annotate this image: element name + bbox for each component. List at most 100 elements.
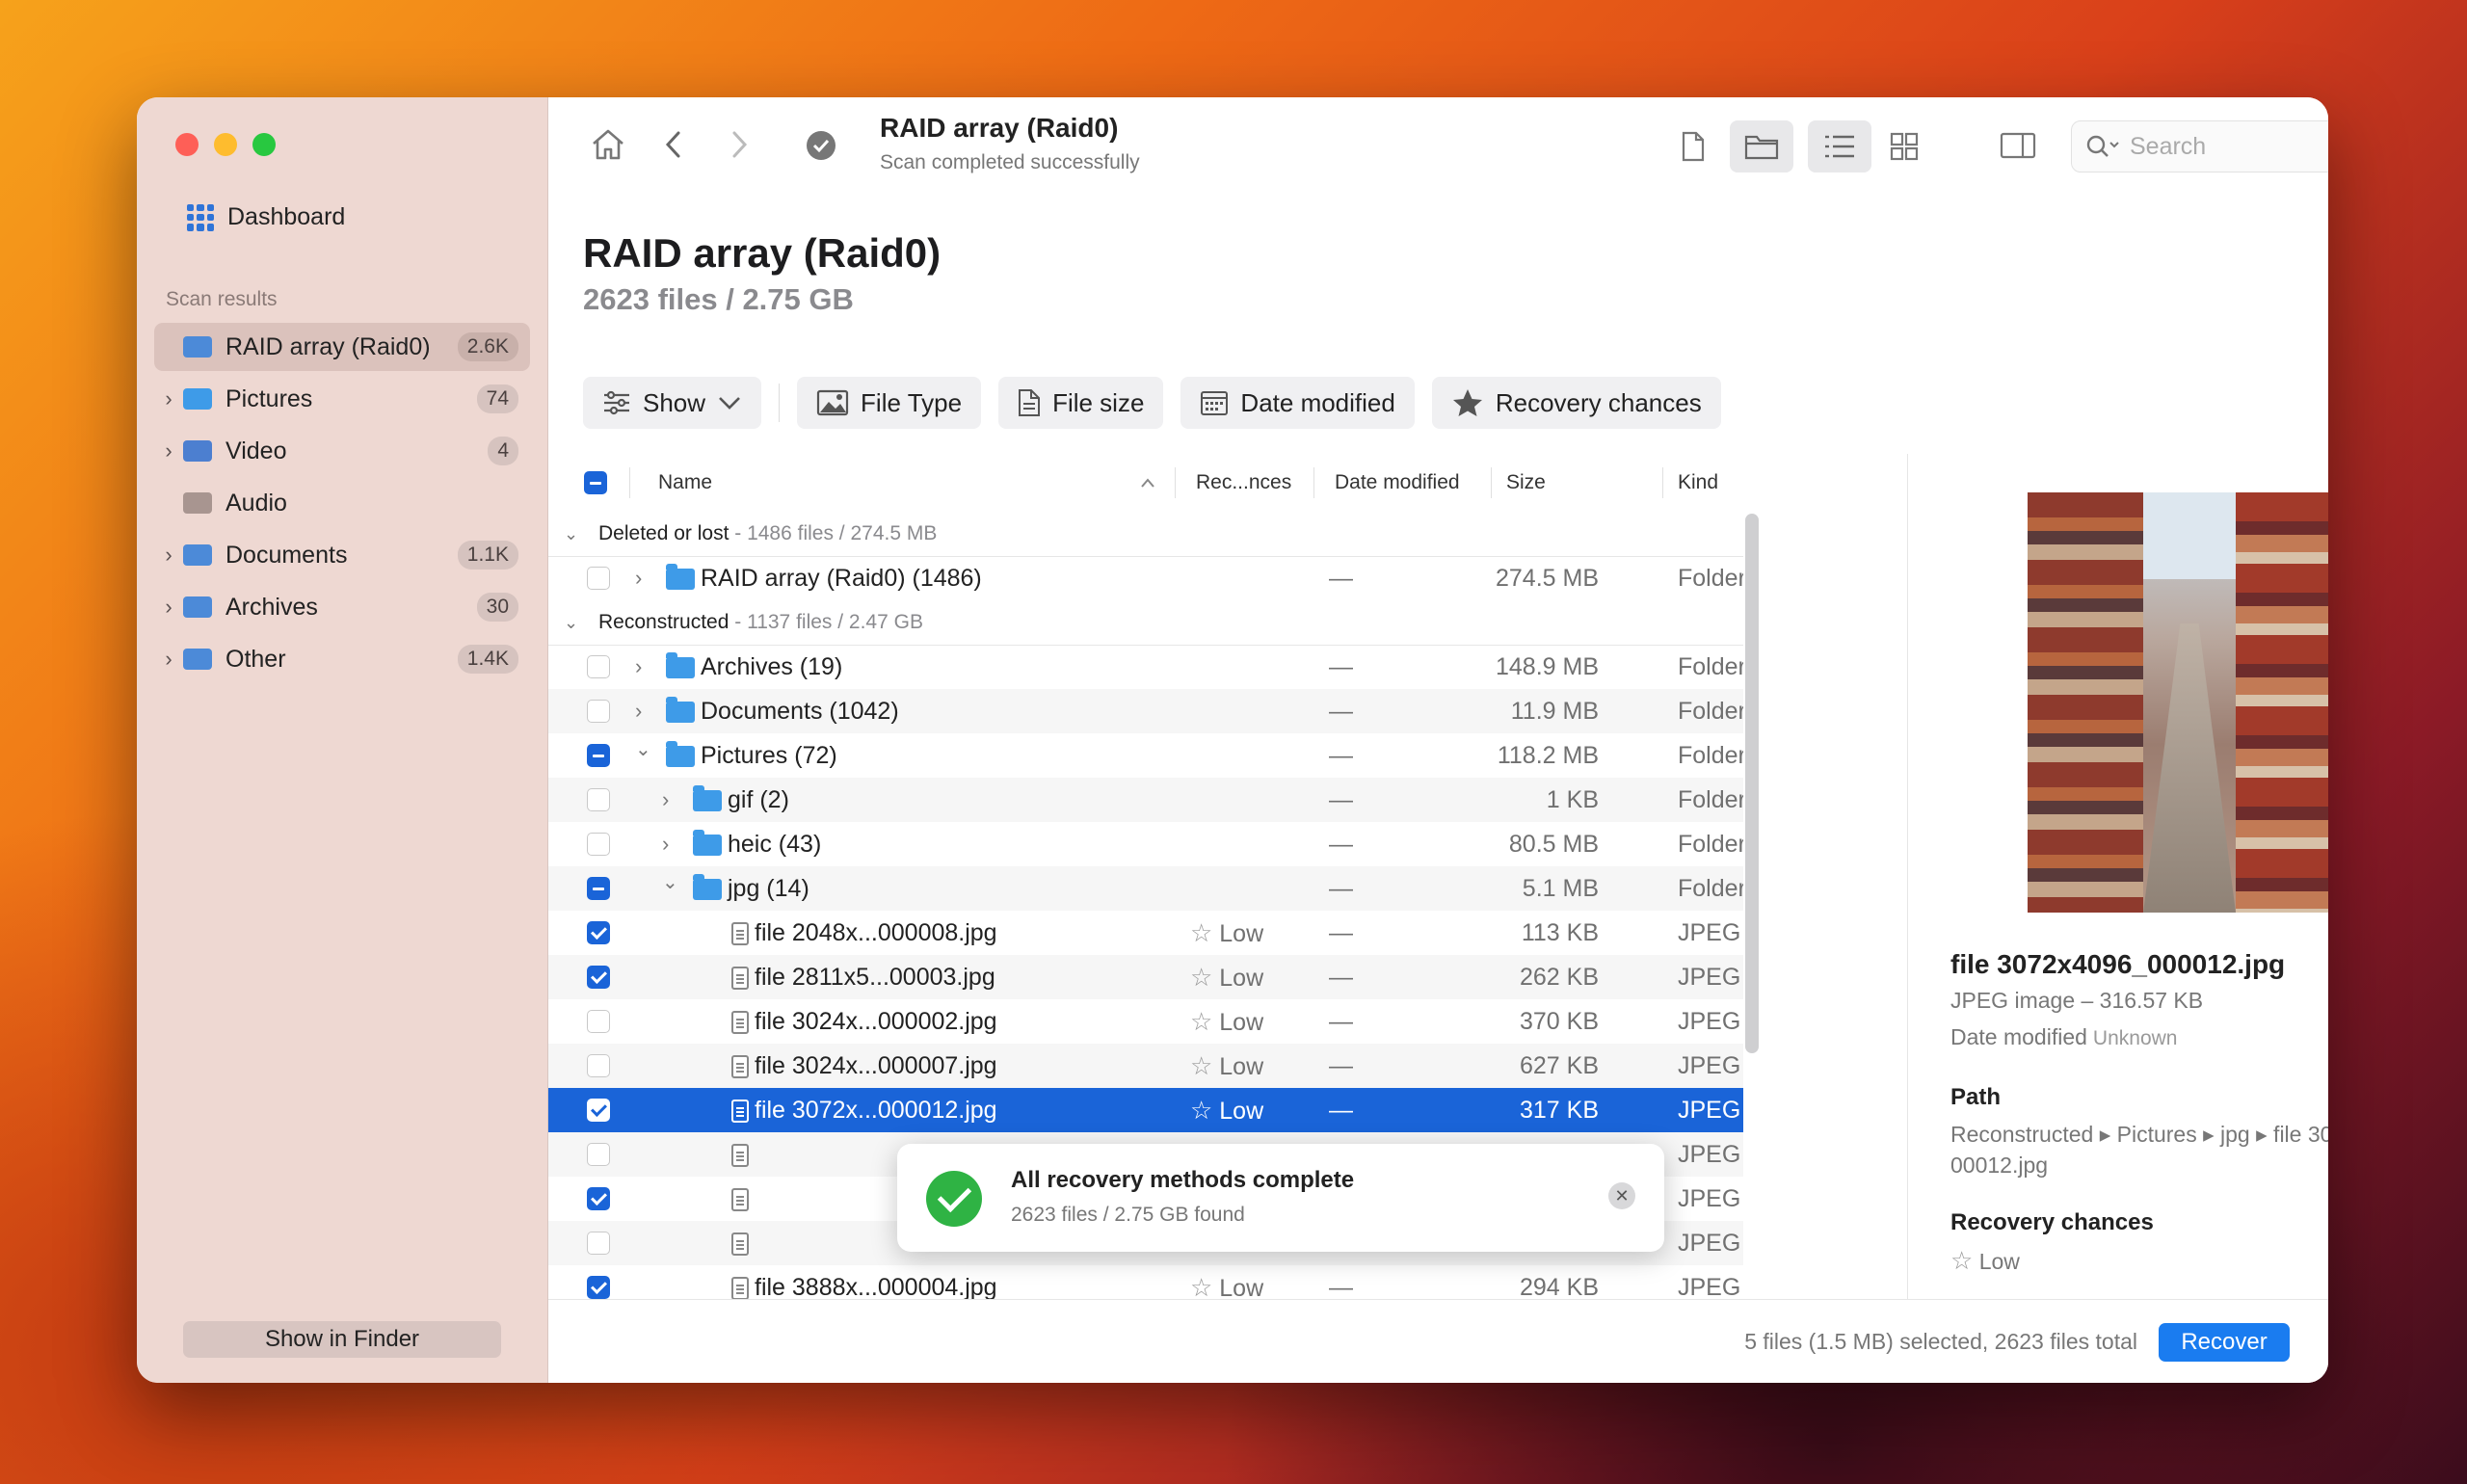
file-size-filter-button[interactable]: File size	[998, 377, 1164, 429]
file-view-button[interactable]	[1661, 120, 1725, 172]
sidebar-item-audio[interactable]: Audio	[154, 479, 530, 527]
row-kind: JPEG image	[1678, 1052, 1743, 1079]
show-filter-button[interactable]: Show	[583, 377, 762, 429]
folder-view-button[interactable]	[1730, 120, 1793, 172]
success-check-icon	[926, 1171, 982, 1227]
row-checkbox[interactable]	[587, 833, 610, 856]
forward-icon[interactable]	[729, 130, 749, 159]
zoom-window-button[interactable]	[252, 133, 276, 156]
column-header-recovery[interactable]: Rec...nces	[1196, 471, 1291, 494]
table-row[interactable]: file 2048x...000008.jpg ☆ Low — 113 KB JPEG …	[548, 911, 1743, 955]
row-name: file 2048x...000008.jpg	[755, 919, 997, 946]
column-header-size[interactable]: Size	[1506, 471, 1546, 494]
sidebar-item-video[interactable]: › Video 4	[154, 427, 530, 475]
row-checkbox[interactable]	[587, 1276, 610, 1299]
row-date: —	[1329, 1008, 1353, 1035]
search-input[interactable]	[2128, 131, 2328, 162]
row-checkbox[interactable]	[587, 921, 610, 944]
row-checkbox[interactable]	[587, 700, 610, 723]
table-row[interactable]: › heic (43) —80.5 MB Folder	[548, 822, 1743, 866]
close-icon[interactable]: ✕	[1608, 1182, 1635, 1209]
row-name: file 3024x...000007.jpg	[755, 1052, 997, 1079]
row-checkbox[interactable]	[587, 1010, 610, 1033]
back-icon[interactable]	[664, 130, 683, 159]
table-row[interactable]: file 2811x5...00003.jpg ☆ Low — 262 KB JPEG …	[548, 955, 1743, 999]
sidebar-item-raid-array-raid0[interactable]: RAID array (Raid0) 2.6K	[154, 323, 530, 371]
table-row[interactable]: › Documents (1042) —11.9 MB Folder	[548, 689, 1743, 733]
preview-pane-icon[interactable]	[2000, 132, 2036, 159]
sidebar-item-documents[interactable]: › Documents 1.1K	[154, 531, 530, 579]
date-modified-filter-button[interactable]: Date modified	[1180, 377, 1415, 429]
sidebar-item-other[interactable]: › Other 1.4K	[154, 635, 530, 683]
row-size: 262 KB	[1519, 964, 1599, 991]
chevron-right-icon[interactable]: ›	[635, 645, 642, 689]
chevron-right-icon[interactable]: ›	[635, 556, 642, 600]
chevron-right-icon[interactable]: ›	[154, 647, 183, 672]
row-checkbox[interactable]	[587, 1143, 610, 1166]
close-window-button[interactable]	[175, 133, 199, 156]
column-header-date[interactable]: Date modified	[1335, 471, 1460, 494]
row-checkbox[interactable]	[587, 1054, 610, 1077]
row-name: Pictures (72)	[701, 742, 837, 769]
page-title: RAID array (Raid0)	[583, 230, 942, 276]
row-checkbox[interactable]	[587, 655, 610, 678]
row-name: Documents (1042)	[701, 698, 899, 725]
table-row[interactable]: file 3888x...000004.jpg ☆ Low — 294 KB JPEG …	[548, 1265, 1743, 1300]
chevron-down-icon[interactable]: ⌄	[564, 512, 578, 556]
chevron-right-icon[interactable]: ›	[662, 778, 669, 822]
chevron-right-icon[interactable]: ›	[154, 595, 183, 620]
row-checkbox[interactable]	[587, 966, 610, 989]
table-row[interactable]: › Archives (19) — 148.9 MB Folder	[548, 645, 1743, 689]
star-outline-icon: ☆	[1950, 1246, 1974, 1275]
table-row[interactable]: › RAID array (Raid0) (1486) — 274.5 MB Folde…	[548, 556, 1743, 600]
sidebar-item-archives[interactable]: › Archives 30	[154, 583, 530, 631]
sidebar-item-pictures[interactable]: › Pictures 74	[154, 375, 530, 423]
chevron-down-icon[interactable]: ⌄	[635, 728, 651, 772]
group-header[interactable]: ⌄ Deleted or lost - 1486 files / 274.5 MB	[548, 512, 1743, 557]
recover-button[interactable]: Recover	[2159, 1323, 2290, 1362]
column-header-kind[interactable]: Kind	[1678, 471, 1718, 494]
group-header[interactable]: ⌄ Reconstructed - 1137 files / 2.47 GB	[548, 600, 1743, 646]
folder-icon	[693, 778, 722, 822]
chevron-right-icon[interactable]: ›	[154, 386, 183, 411]
row-date: —	[1329, 1097, 1353, 1124]
row-checkbox[interactable]	[587, 877, 610, 900]
chevron-right-icon[interactable]: ›	[154, 543, 183, 568]
row-date: —	[1329, 919, 1353, 946]
minimize-window-button[interactable]	[214, 133, 237, 156]
recovery-chances-filter-button[interactable]: Recovery chances	[1431, 377, 1721, 429]
row-checkbox[interactable]	[587, 1232, 610, 1255]
row-recovery-chance: ☆ Low	[1190, 1088, 1263, 1132]
file-type-filter-button[interactable]: File Type	[797, 377, 982, 429]
row-date: —	[1329, 875, 1353, 902]
table-row[interactable]: ⌄ jpg (14) —5.1 MB Folder	[548, 866, 1743, 911]
row-checkbox[interactable]	[587, 1099, 610, 1122]
chevron-down-icon[interactable]: ⌄	[662, 861, 678, 905]
row-date: —	[1329, 653, 1353, 680]
table-row[interactable]: › gif (2) — 1 KB Folder	[548, 778, 1743, 822]
file-icon	[731, 1044, 749, 1088]
home-icon[interactable]	[591, 128, 625, 161]
image-icon	[816, 389, 849, 416]
search-box[interactable]	[2071, 120, 2328, 172]
row-checkbox[interactable]	[587, 1187, 610, 1210]
show-in-finder-button[interactable]: Show in Finder	[183, 1321, 501, 1358]
filter-bar: Show File Type File size Date modified R…	[583, 377, 1721, 429]
row-recovery-chance: ☆ Low	[1190, 1265, 1263, 1300]
table-row[interactable]: file 3024x...000007.jpg ☆ Low — 627 KB JPEG …	[548, 1044, 1743, 1088]
table-row[interactable]: file 3024x...000002.jpg ☆ Low — 370 KB JPEG …	[548, 999, 1743, 1044]
row-checkbox[interactable]	[587, 567, 610, 590]
table-row[interactable]: ⌄ Pictures (72) —118.2 MB Folder	[548, 733, 1743, 778]
row-checkbox[interactable]	[587, 788, 610, 811]
chevron-right-icon[interactable]: ›	[154, 438, 183, 464]
table-scrollbar[interactable]	[1745, 514, 1759, 1053]
column-header-name[interactable]: Name	[658, 471, 712, 494]
row-size: 370 KB	[1519, 1008, 1599, 1035]
grid-view-button[interactable]	[1872, 120, 1936, 172]
select-all-checkbox[interactable]	[584, 471, 607, 494]
row-checkbox[interactable]	[587, 744, 610, 767]
chevron-down-icon[interactable]: ⌄	[564, 600, 578, 645]
list-view-button[interactable]	[1808, 120, 1871, 172]
sidebar-item-dashboard[interactable]: Dashboard	[187, 203, 345, 231]
table-row[interactable]: file 3072x...000012.jpg ☆ Low — 317 KB JPEG …	[548, 1088, 1743, 1132]
